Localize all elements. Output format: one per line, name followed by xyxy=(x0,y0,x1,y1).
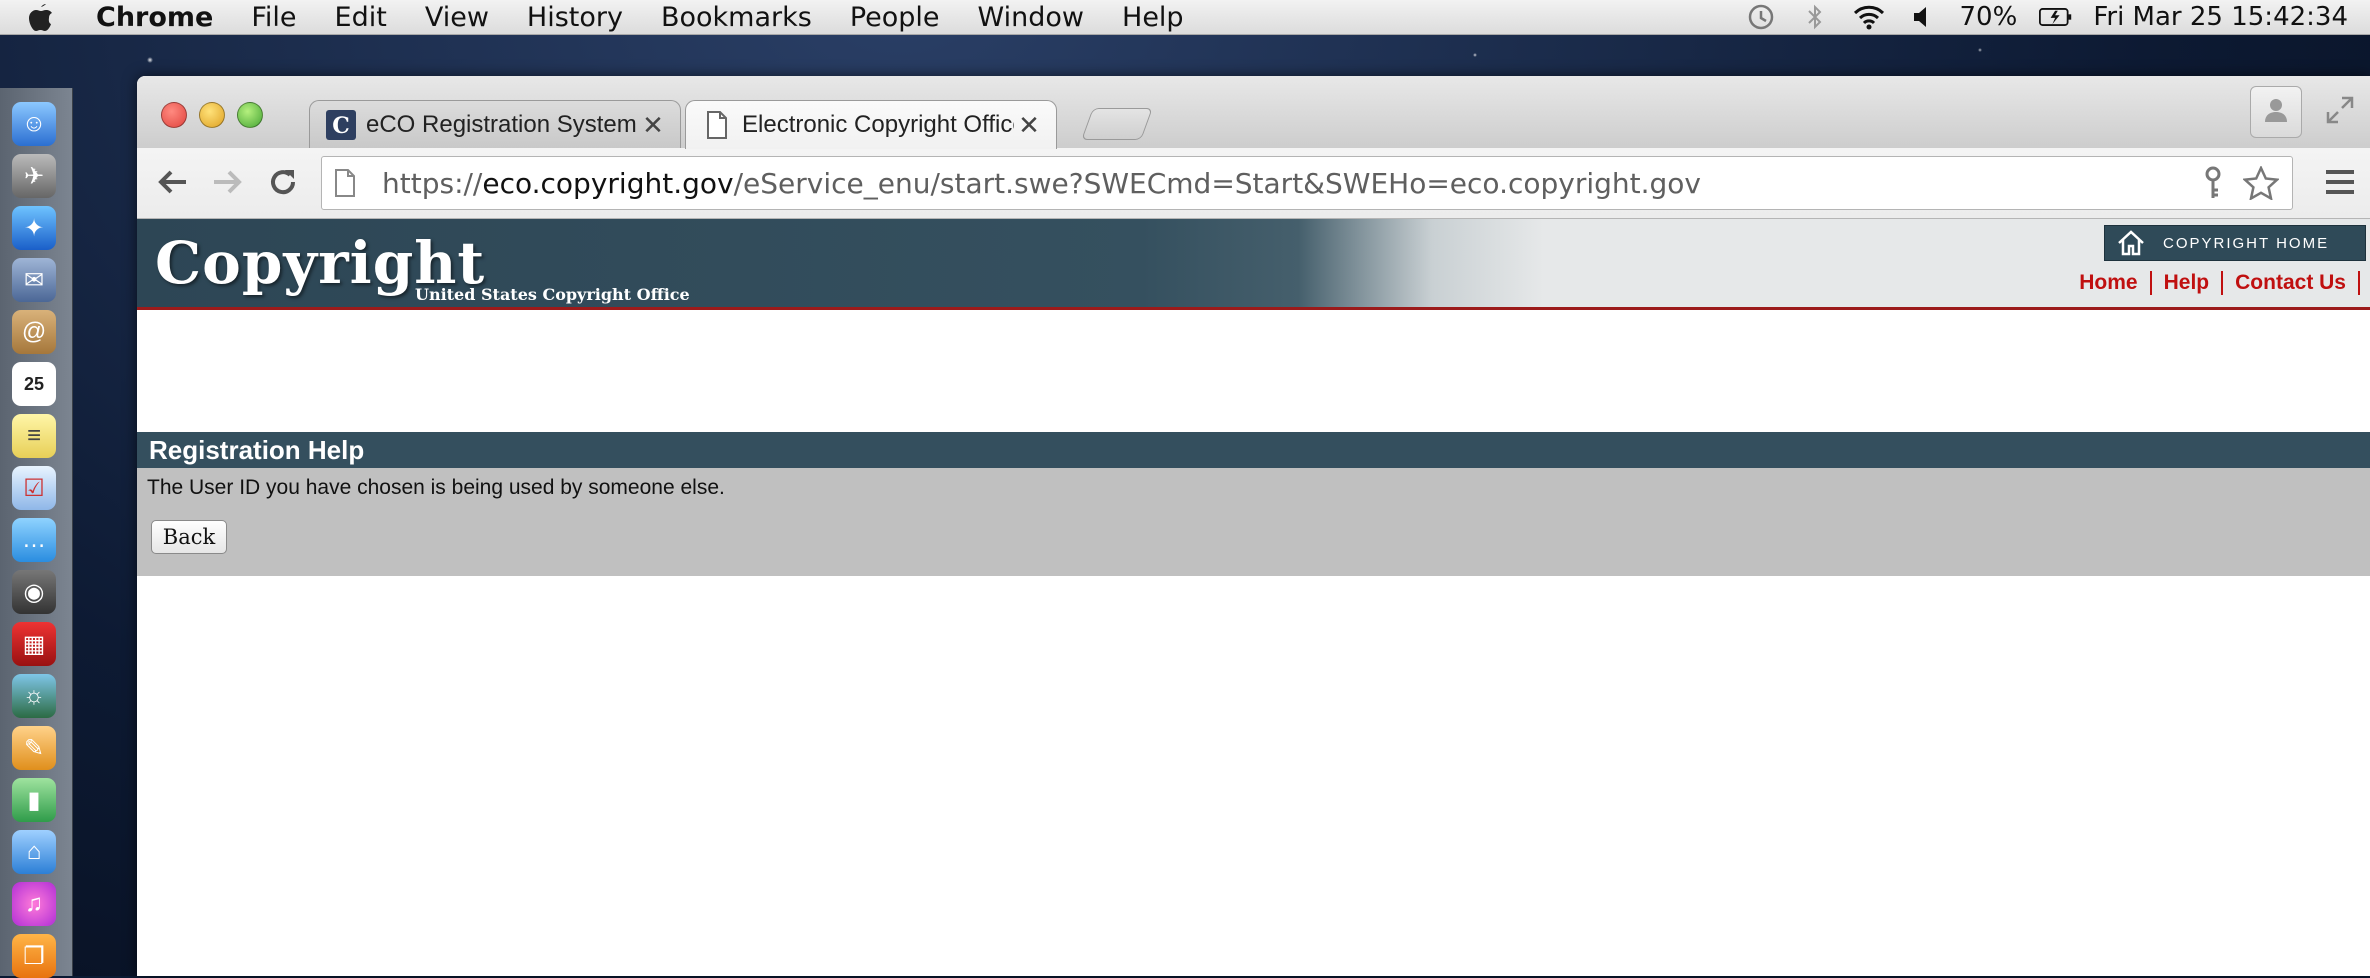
numbers-icon[interactable]: ▮ xyxy=(12,778,56,822)
tab-eco-registration[interactable]: C eCO Registration System | ✕ xyxy=(309,100,681,149)
site-logo-subtitle: United States Copyright Office xyxy=(415,285,690,304)
browser-toolbar: https://eco.copyright.gov/eService_enu/s… xyxy=(137,148,2370,219)
keynote-icon[interactable]: ⌂ xyxy=(12,830,56,874)
browser-window: C eCO Registration System | ✕ Electronic… xyxy=(137,76,2370,976)
fullscreen-icon[interactable] xyxy=(2320,90,2360,130)
contact-us-link[interactable]: Contact Us xyxy=(2223,271,2360,295)
messages-icon[interactable]: … xyxy=(12,518,56,562)
copyright-home-button[interactable]: COPYRIGHT HOME xyxy=(2104,225,2366,261)
finder-icon[interactable]: ☺ xyxy=(12,102,56,146)
forward-arrow-icon[interactable] xyxy=(205,160,249,204)
window-zoom-button[interactable] xyxy=(237,102,263,128)
iphoto-icon[interactable]: ☼ xyxy=(12,674,56,718)
menu-edit[interactable]: Edit xyxy=(335,2,387,33)
pages-icon[interactable]: ✎ xyxy=(12,726,56,770)
chrome-menu-icon[interactable] xyxy=(2318,160,2362,204)
notes-icon[interactable]: ≡ xyxy=(12,414,56,458)
back-button[interactable]: Back xyxy=(151,520,227,554)
time-machine-icon[interactable] xyxy=(1744,2,1778,32)
apple-menu-icon[interactable] xyxy=(26,0,62,34)
tab-electronic-copyright-office[interactable]: Electronic Copyright Office ✕ xyxy=(685,100,1057,149)
tab-close-icon[interactable]: ✕ xyxy=(638,110,668,141)
bookmark-star-icon[interactable] xyxy=(2240,163,2282,203)
url-host: eco.copyright.gov xyxy=(482,166,734,200)
document-favicon-icon xyxy=(702,110,732,140)
url-scheme: https:// xyxy=(382,166,483,200)
person-icon xyxy=(2262,96,2290,129)
copyright-home-label: COPYRIGHT HOME xyxy=(2163,234,2330,252)
tab-title: eCO Registration System | xyxy=(366,111,638,138)
bluetooth-icon[interactable] xyxy=(1798,2,1832,32)
home-link[interactable]: Home xyxy=(2067,271,2152,295)
dock: ☺ ✈ ✦ ✉ @ 25 ≡ ☑ … ◉ ▦ ☼ ✎ ▮ ⌂ ♫ ❐ xyxy=(0,88,73,978)
tab-close-icon[interactable]: ✕ xyxy=(1014,110,1044,141)
menu-people[interactable]: People xyxy=(850,2,940,33)
battery-icon[interactable] xyxy=(2039,2,2073,32)
banner-links: Home Help Contact Us xyxy=(2067,271,2360,295)
window-minimize-button[interactable] xyxy=(199,102,225,128)
battery-percent: 70% xyxy=(1959,2,2018,32)
calendar-icon[interactable]: 25 xyxy=(12,362,56,406)
back-arrow-icon[interactable] xyxy=(151,160,195,204)
address-bar[interactable]: https://eco.copyright.gov/eService_enu/s… xyxy=(321,156,2293,210)
photo-booth-icon[interactable]: ▦ xyxy=(12,622,56,666)
menu-bar: Chrome File Edit View History Bookmarks … xyxy=(0,0,2370,35)
reload-icon[interactable] xyxy=(261,160,305,204)
tab-strip: C eCO Registration System | ✕ Electronic… xyxy=(137,76,2370,149)
contacts-icon[interactable]: @ xyxy=(12,310,56,354)
mail-icon[interactable]: ✉ xyxy=(12,258,56,302)
launchpad-icon[interactable]: ✈ xyxy=(12,154,56,198)
key-icon[interactable] xyxy=(2192,163,2234,203)
page-title: Registration Help xyxy=(137,432,2370,468)
help-link[interactable]: Help xyxy=(2152,271,2224,295)
menu-view[interactable]: View xyxy=(425,2,489,33)
menu-bookmarks[interactable]: Bookmarks xyxy=(661,2,812,33)
profile-button[interactable] xyxy=(2250,86,2302,138)
home-house-icon xyxy=(2117,230,2149,256)
web-page: Copyright United States Copyright Office… xyxy=(137,219,2370,976)
wifi-icon[interactable] xyxy=(1852,2,1886,32)
error-message: The User ID you have chosen is being use… xyxy=(147,476,725,499)
itunes-icon[interactable]: ♫ xyxy=(12,882,56,926)
site-banner: Copyright United States Copyright Office… xyxy=(137,219,2370,310)
ibooks-icon[interactable]: ❐ xyxy=(12,934,56,978)
menu-clock[interactable]: Fri Mar 25 15:42:34 xyxy=(2093,2,2348,32)
facetime-icon[interactable]: ◉ xyxy=(12,570,56,614)
url-path: /eService_enu/start.swe?SWECmd=Start&SWE… xyxy=(733,166,1701,200)
copyright-favicon-icon: C xyxy=(326,110,356,140)
tab-title: Electronic Copyright Office xyxy=(742,111,1014,138)
new-tab-button[interactable] xyxy=(1081,108,1153,140)
window-close-button[interactable] xyxy=(161,102,187,128)
reminders-icon[interactable]: ☑ xyxy=(12,466,56,510)
menu-help[interactable]: Help xyxy=(1122,2,1184,33)
volume-icon[interactable] xyxy=(1906,2,1940,32)
safari-icon[interactable]: ✦ xyxy=(12,206,56,250)
menu-app-chrome[interactable]: Chrome xyxy=(96,2,213,33)
svg-text:C: C xyxy=(332,113,350,139)
menu-file[interactable]: File xyxy=(251,2,296,33)
menu-window[interactable]: Window xyxy=(978,2,1084,33)
page-info-icon[interactable] xyxy=(334,169,364,197)
help-panel: The User ID you have chosen is being use… xyxy=(137,468,2370,576)
menu-history[interactable]: History xyxy=(527,2,623,33)
